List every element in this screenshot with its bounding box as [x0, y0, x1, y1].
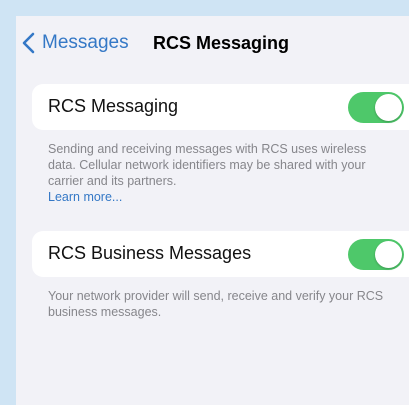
chevron-left-icon	[22, 32, 35, 54]
toggle-knob	[375, 94, 402, 121]
settings-screen: Messages RCS Messaging RCS Messaging Sen…	[16, 16, 409, 405]
rcs-messaging-footer-text: Sending and receiving messages with RCS …	[48, 142, 367, 188]
back-button[interactable]: Messages	[22, 32, 129, 54]
toggle-knob	[375, 241, 402, 268]
rcs-business-label: RCS Business Messages	[48, 243, 252, 263]
rcs-messaging-label: RCS Messaging	[48, 96, 179, 116]
rcs-business-toggle[interactable]	[348, 239, 404, 270]
rcs-business-row: RCS Business Messages	[32, 231, 409, 277]
rcs-messaging-toggle[interactable]	[348, 92, 404, 123]
back-button-label: Messages	[42, 32, 129, 53]
rcs-messaging-row: RCS Messaging	[32, 84, 409, 130]
navigation-bar: Messages RCS Messaging	[16, 16, 409, 76]
rcs-messaging-footer: Sending and receiving messages with RCS …	[48, 141, 388, 205]
learn-more-link[interactable]: Learn more...	[48, 189, 388, 205]
rcs-business-footer: Your network provider will send, receive…	[48, 289, 384, 319]
page-title: RCS Messaging	[153, 33, 290, 53]
